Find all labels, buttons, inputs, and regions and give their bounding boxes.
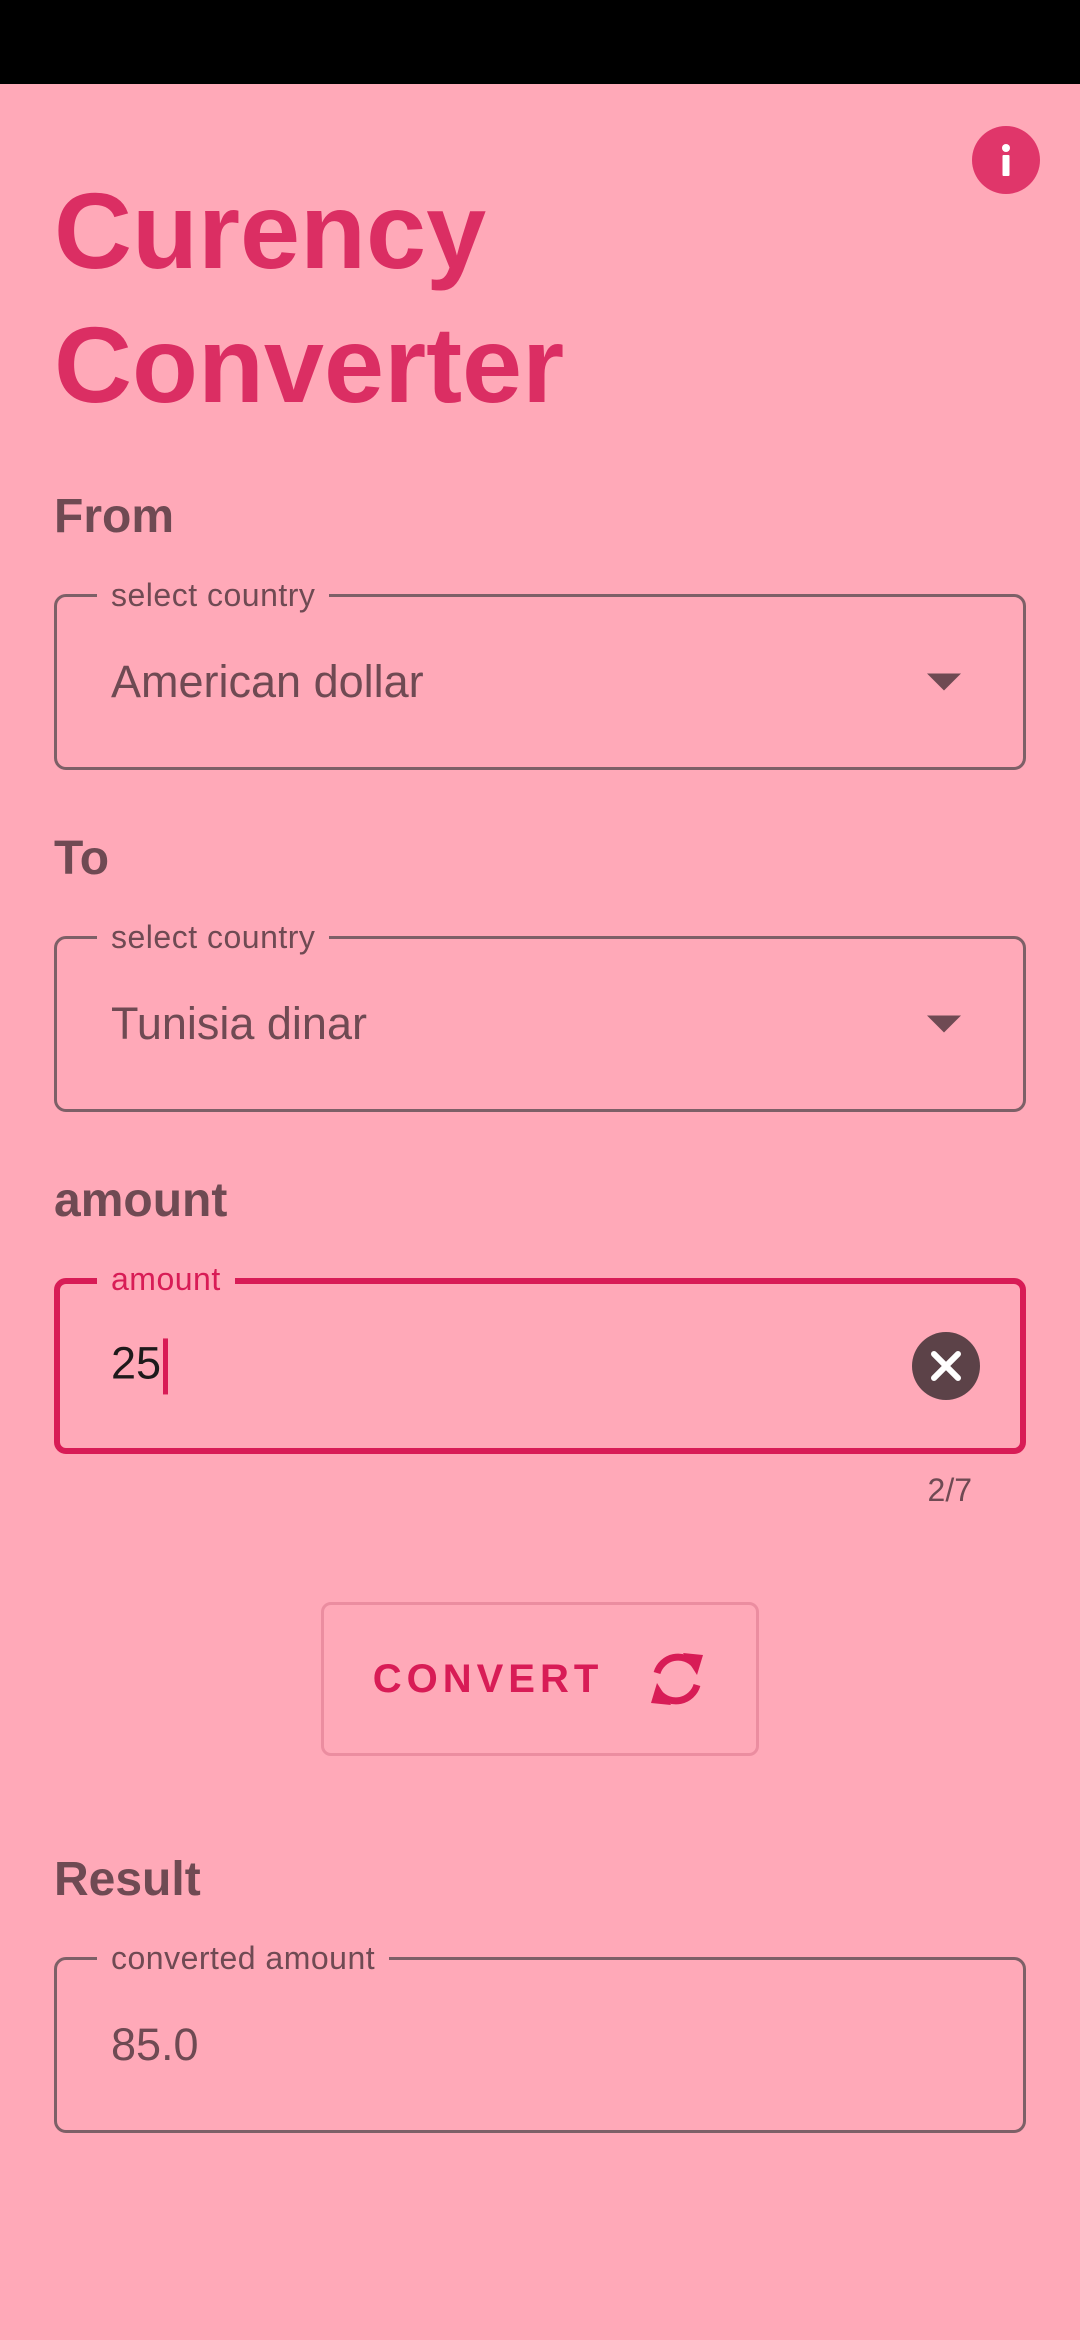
arrow-drop-down-icon[interactable]	[927, 1015, 961, 1033]
to-currency-dropdown[interactable]: select country Tunisia dinar	[54, 917, 1026, 1112]
arrow-drop-down-icon[interactable]	[927, 673, 961, 691]
clear-button[interactable]	[912, 1332, 980, 1400]
info-icon	[1002, 144, 1010, 176]
amount-text: 25	[111, 1337, 162, 1389]
app-title: Curency Converter	[54, 164, 854, 432]
character-counter: 2/7	[927, 1472, 972, 1508]
to-label: To	[54, 832, 110, 885]
info-button[interactable]	[972, 126, 1040, 194]
app-screen: Curency Converter From select country Am…	[0, 84, 1080, 2340]
to-field-legend: select country	[97, 917, 330, 957]
amount-input[interactable]: amount 25	[54, 1259, 1026, 1454]
amount-field-legend: amount	[97, 1259, 235, 1299]
refresh-icon	[651, 1653, 704, 1705]
status-bar	[0, 0, 1080, 84]
amount-label: amount	[54, 1174, 228, 1227]
from-label: From	[54, 490, 174, 543]
to-selected-value: Tunisia dinar	[111, 998, 367, 1049]
converted-amount-value: 85.0	[111, 2019, 199, 2070]
result-label: Result	[54, 1853, 201, 1906]
converted-amount-field[interactable]: converted amount 85.0	[54, 1938, 1026, 2133]
amount-value[interactable]: 25	[111, 1337, 169, 1395]
convert-button-label: CONVERT	[372, 1656, 604, 1701]
convert-button[interactable]: CONVERT	[321, 1602, 759, 1756]
clear-icon	[931, 1351, 961, 1381]
from-field-legend: select country	[97, 575, 330, 615]
from-currency-dropdown[interactable]: select country American dollar	[54, 575, 1026, 770]
from-selected-value: American dollar	[111, 656, 424, 707]
text-cursor	[163, 1338, 169, 1395]
result-field-legend: converted amount	[97, 1938, 390, 1978]
app-title-line-2: Converter	[54, 304, 565, 425]
app-title-line-1: Curency	[54, 170, 487, 291]
